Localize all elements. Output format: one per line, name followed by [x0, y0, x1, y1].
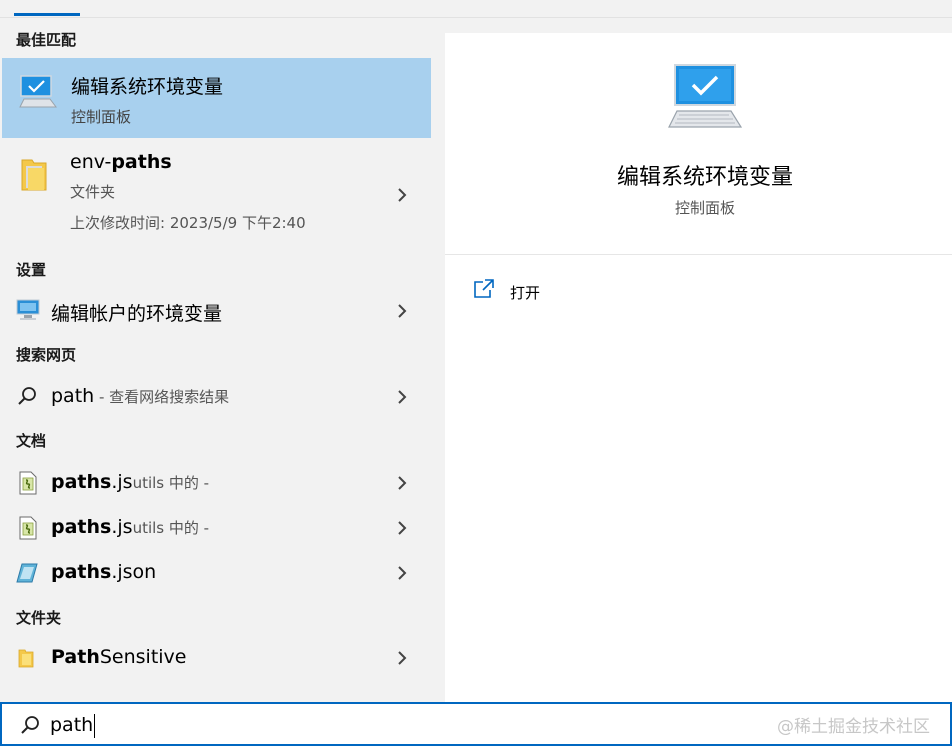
env-paths-title-plain: env-	[70, 151, 112, 173]
preview-pane: 编辑系统环境变量 控制面板 打开	[445, 33, 952, 702]
preview-title: 编辑系统环境变量	[616, 165, 793, 190]
folder-1-bold: Path	[51, 646, 100, 668]
best-match-item[interactable]: 编辑系统环境变量 控制面板	[2, 58, 431, 138]
doc-3-plain: .json	[111, 561, 157, 583]
json-file-icon	[16, 563, 38, 587]
open-action[interactable]: 打开	[473, 277, 673, 307]
web-query: path	[51, 385, 95, 407]
preview-subtitle: 控制面板	[674, 199, 735, 217]
section-best-match: 最佳匹配	[16, 31, 77, 49]
watermark: @稀土掘金技术社区	[777, 717, 930, 737]
monitor-check-icon	[18, 74, 60, 114]
env-paths-date: 上次修改时间: 2023/5/9 下午2:40	[70, 214, 306, 232]
result-document[interactable]: paths.jsutils 中的 -	[0, 465, 431, 501]
doc-1-bold: paths	[51, 471, 112, 493]
doc-3-bold: paths	[51, 561, 112, 583]
open-external-icon	[473, 279, 495, 303]
open-label: 打开	[510, 284, 541, 302]
web-suffix: - 查看网络搜索结果	[94, 388, 230, 406]
account-env-vars-label: 编辑帐户的环境变量	[51, 303, 223, 325]
search-icon	[17, 386, 37, 410]
doc-2-muted: utils 中的 -	[132, 519, 210, 537]
doc-2-plain: .js	[111, 516, 133, 538]
section-folders: 文件夹	[16, 609, 62, 627]
chevron-right-icon[interactable]	[395, 303, 409, 318]
folder-1-plain: Sensitive	[99, 646, 187, 668]
doc-1-plain: .js	[111, 471, 133, 493]
active-tab-indicator	[14, 13, 80, 16]
search-input[interactable]	[50, 710, 650, 740]
monitor-settings-icon	[16, 299, 40, 325]
result-folder[interactable]: PathSensitive	[0, 640, 431, 676]
text-caret	[94, 714, 95, 738]
result-env-paths[interactable]: env-paths 文件夹 上次修改时间: 2023/5/9 下午2:40	[0, 151, 431, 241]
chevron-right-icon[interactable]	[395, 389, 409, 404]
chevron-right-icon[interactable]	[395, 520, 409, 535]
results-pane: 最佳匹配 编辑系统环境变量 控制面板 env-paths 文件夹 上次修改时间:…	[0, 18, 445, 702]
result-document[interactable]: paths.json	[0, 555, 431, 591]
result-account-env-vars[interactable]: 编辑帐户的环境变量	[0, 293, 431, 329]
chevron-right-icon[interactable]	[395, 650, 409, 665]
chevron-right-icon[interactable]	[395, 565, 409, 580]
search-icon	[20, 715, 40, 739]
folder-icon	[18, 648, 34, 672]
doc-2-bold: paths	[51, 516, 112, 538]
section-web: 搜索网页	[16, 346, 77, 364]
top-tab-strip	[0, 0, 952, 18]
section-settings: 设置	[16, 261, 47, 279]
result-web-search[interactable]: path - 查看网络搜索结果	[0, 379, 431, 415]
best-match-title: 编辑系统环境变量	[71, 76, 224, 98]
preview-divider	[445, 254, 952, 255]
js-file-icon	[18, 516, 38, 544]
search-bar[interactable]: @稀土掘金技术社区	[0, 702, 952, 746]
chevron-right-icon[interactable]	[395, 475, 409, 490]
env-paths-type: 文件夹	[70, 183, 116, 201]
result-document[interactable]: paths.jsutils 中的 -	[0, 510, 431, 546]
section-documents: 文档	[16, 432, 47, 450]
doc-1-muted: utils 中的 -	[132, 474, 210, 492]
js-file-icon	[18, 471, 38, 499]
monitor-check-icon	[667, 63, 743, 137]
folder-icon	[20, 156, 48, 196]
best-match-subtitle: 控制面板	[71, 108, 132, 126]
chevron-right-icon[interactable]	[395, 187, 409, 202]
env-paths-title-bold: paths	[111, 151, 172, 173]
